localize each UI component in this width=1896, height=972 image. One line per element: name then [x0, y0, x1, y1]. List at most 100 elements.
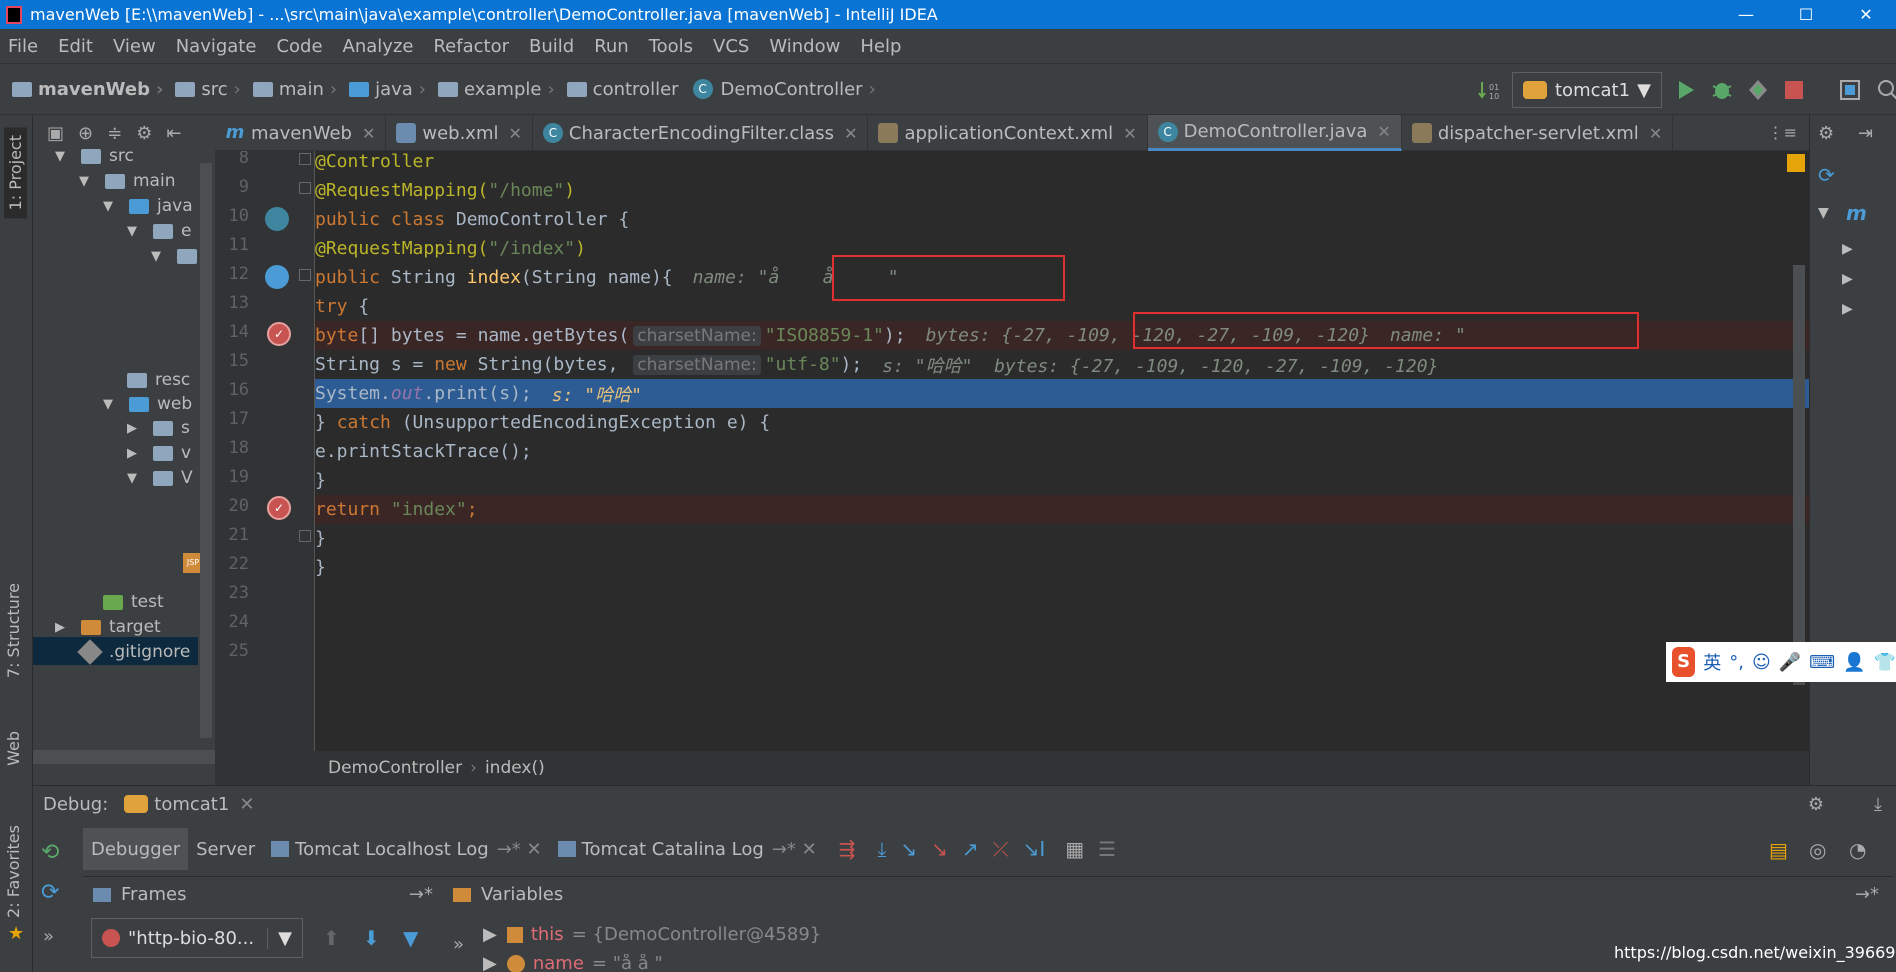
menu-build[interactable]: Build — [529, 36, 574, 57]
close-icon[interactable]: ✕ — [1377, 122, 1390, 141]
tab-characterencodingfilter[interactable]: C CharacterEncodingFilter.class ✕ — [533, 115, 869, 151]
expand-arrow-icon[interactable]: ▼ — [127, 224, 143, 239]
variable-row[interactable]: ▶ this = {DemoController@4589} — [483, 924, 821, 945]
gear-icon[interactable]: ⚙ — [136, 123, 152, 144]
nav-crumb-class[interactable]: C DemoController › — [679, 79, 876, 100]
tab-democontroller[interactable]: C DemoController.java ✕ — [1147, 115, 1402, 151]
shirt-icon[interactable]: 👕 — [1874, 652, 1896, 673]
menu-vcs[interactable]: VCS — [713, 36, 749, 57]
nav-crumb-controller[interactable]: controller — [555, 79, 679, 100]
previous-frame-icon[interactable]: ⬆ — [323, 926, 340, 950]
nav-crumb-src[interactable]: src › — [163, 79, 241, 100]
tab-debugger[interactable]: Debugger — [83, 828, 189, 870]
run-icon[interactable] — [1674, 78, 1698, 102]
project-structure-icon[interactable] — [1838, 78, 1862, 102]
filter-icon[interactable]: ▼ — [403, 926, 418, 950]
hide-panel-icon[interactable]: ⇥ — [1858, 123, 1873, 144]
run-config-select[interactable]: tomcat1 ▼ — [1512, 72, 1662, 108]
ime-language-toggle[interactable]: 英 — [1703, 649, 1721, 675]
stop-icon[interactable] — [1782, 78, 1806, 102]
tab-list-icon[interactable]: ⋮≡ — [1768, 123, 1797, 142]
tree-item-webinf[interactable]: ▼ V — [127, 463, 193, 493]
refresh-icon[interactable]: ⟳ — [1818, 163, 1835, 187]
nav-crumb-example[interactable]: example › — [426, 79, 555, 100]
menu-view[interactable]: View — [113, 36, 156, 57]
expand-arrow-icon[interactable]: ▼ — [103, 199, 119, 214]
minimize-panel-icon[interactable]: ⤓ — [1874, 794, 1882, 815]
step-into-icon[interactable]: ↘ — [900, 837, 917, 861]
minimize-button[interactable]: — — [1716, 5, 1776, 24]
maximize-button[interactable]: ☐ — [1776, 5, 1836, 24]
gear-icon[interactable]: ⚙ — [1808, 794, 1824, 815]
nav-crumb-main[interactable]: main › — [241, 79, 337, 100]
menu-refactor[interactable]: Refactor — [433, 36, 509, 57]
code-editor[interactable]: 8 9 10 11 12 13 14 15 16 17 18 19 20 21 … — [215, 151, 1809, 751]
close-icon[interactable]: ✕ — [362, 124, 375, 143]
tab-web-xml[interactable]: web.xml ✕ — [386, 115, 533, 151]
step-over-icon[interactable]: ⤓ — [877, 837, 886, 861]
trace-icon[interactable]: ☰ — [1098, 837, 1116, 861]
fold-icon[interactable] — [299, 530, 311, 542]
pin-icon[interactable]: →* — [409, 884, 433, 905]
tab-server[interactable]: Server — [188, 828, 263, 870]
expand-arrow-icon[interactable]: ▶ — [1842, 301, 1853, 317]
tab-mavenweb[interactable]: m mavenWeb ✕ — [215, 115, 387, 151]
expand-arrow-icon[interactable]: ▼ — [127, 471, 143, 486]
close-icon[interactable]: →* ✕ — [772, 839, 817, 860]
ime-punctuation-toggle[interactable]: °, — [1729, 652, 1744, 673]
run-to-cursor-icon[interactable]: ↘I — [1023, 837, 1046, 861]
keyboard-icon[interactable]: ⌨ — [1809, 652, 1835, 673]
restore-layout-icon[interactable]: ▤ — [1769, 838, 1788, 862]
search-icon[interactable] — [1876, 78, 1896, 102]
ime-toolbar[interactable]: S 英 °, ☺ 🎤 ⌨ 👤 👕 — [1666, 642, 1896, 682]
expand-arrow-icon[interactable]: ▼ — [151, 249, 167, 264]
tree-item-gitignore[interactable]: .gitignore — [77, 637, 190, 667]
more-icon[interactable]: » — [43, 926, 65, 948]
close-icon[interactable]: ✕ — [509, 124, 522, 143]
pin-icon[interactable]: →* — [1855, 884, 1879, 905]
menu-edit[interactable]: Edit — [58, 36, 93, 57]
close-icon[interactable]: →* ✕ — [497, 839, 542, 860]
expand-arrow-icon[interactable]: ▶ — [127, 446, 143, 461]
request-mapping-icon[interactable] — [265, 265, 289, 289]
fold-icon[interactable] — [299, 269, 311, 281]
expand-arrow-icon[interactable]: ▶ — [483, 924, 497, 945]
evaluate-expression-icon[interactable]: ▦ — [1065, 837, 1084, 861]
tab-project[interactable]: 1: Project — [4, 127, 27, 219]
menu-tools[interactable]: Tools — [649, 36, 693, 57]
tab-web[interactable]: Web — [4, 731, 23, 766]
expand-arrow-icon[interactable]: ▼ — [103, 397, 119, 412]
nav-crumb-java[interactable]: java › — [337, 79, 426, 100]
breakpoint-icon[interactable]: ✓ — [267, 322, 291, 346]
tab-favorites[interactable]: 2: Favorites — [4, 825, 23, 918]
warning-marker-icon[interactable] — [1787, 154, 1805, 172]
gear-icon[interactable]: ⚙ — [1818, 123, 1834, 144]
menu-code[interactable]: Code — [276, 36, 322, 57]
user-icon[interactable]: 👤 — [1843, 652, 1865, 673]
mute-breakpoints-icon[interactable]: ◔ — [1849, 838, 1866, 862]
expand-arrow-icon[interactable]: ▶ — [55, 620, 71, 635]
show-execution-point-icon[interactable]: ⇶ — [839, 837, 856, 861]
tab-applicationcontext[interactable]: applicationContext.xml ✕ — [868, 115, 1148, 151]
menu-file[interactable]: File — [8, 36, 38, 57]
fold-icon[interactable] — [299, 182, 311, 194]
breadcrumb-method[interactable]: index() — [485, 758, 545, 778]
microphone-icon[interactable]: 🎤 — [1779, 652, 1801, 673]
close-window-button[interactable]: ✕ — [1836, 5, 1896, 24]
drop-frame-icon[interactable]: ⤫ — [993, 837, 1009, 861]
project-scrollbar[interactable] — [200, 163, 212, 738]
emoji-icon[interactable]: ☺ — [1752, 652, 1771, 673]
view-breakpoints-icon[interactable]: ◎ — [1809, 838, 1826, 862]
menu-analyze[interactable]: Analyze — [343, 36, 414, 57]
breadcrumb-class[interactable]: DemoController — [328, 758, 462, 778]
debug-icon[interactable] — [1710, 78, 1734, 102]
menu-navigate[interactable]: Navigate — [176, 36, 257, 57]
refresh-icon[interactable]: ⟳ — [41, 880, 63, 905]
force-step-into-icon[interactable]: ↘ — [931, 837, 948, 861]
variable-row[interactable]: ▶ name = "å å " — [483, 954, 663, 972]
coverage-icon[interactable] — [1746, 78, 1770, 102]
editor-scrollbar[interactable] — [1793, 265, 1805, 685]
debug-session-tab[interactable]: tomcat1 — [154, 794, 229, 815]
close-icon[interactable]: ✕ — [239, 794, 254, 815]
tab-structure[interactable]: 7: Structure — [4, 583, 23, 678]
